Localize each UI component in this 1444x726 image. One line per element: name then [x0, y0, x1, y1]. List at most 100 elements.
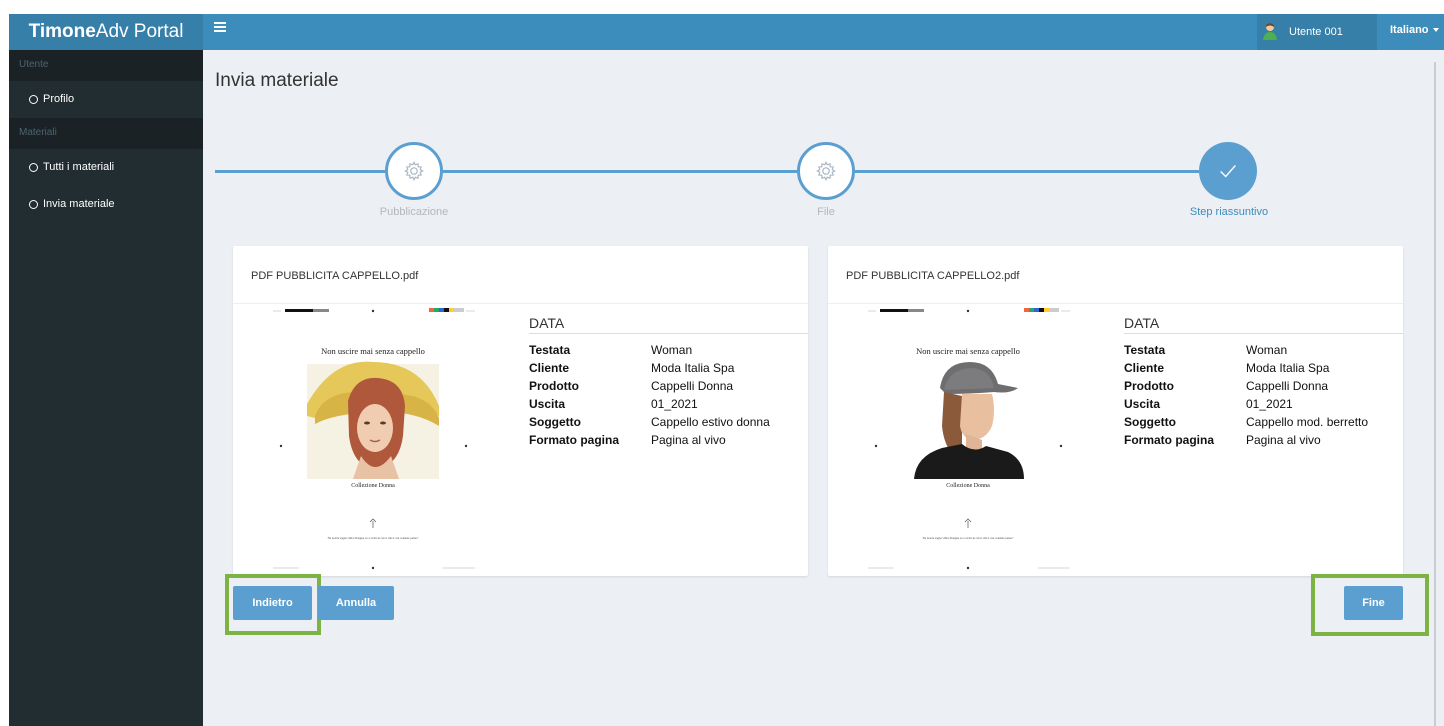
- step-label-file: File: [817, 206, 835, 218]
- stepper-line: [215, 170, 385, 173]
- woman-straw-hat-photo: [307, 361, 439, 479]
- field-value: Woman: [651, 343, 693, 357]
- user-name: Utente 001: [1289, 26, 1343, 38]
- language-label: Italiano: [1390, 24, 1429, 36]
- field-key: Formato pagina: [529, 433, 620, 447]
- field-value: Pagina al vivo: [651, 433, 726, 447]
- finish-button[interactable]: Fine: [1344, 586, 1403, 620]
- check-icon: [1220, 165, 1236, 178]
- circle-icon: [29, 163, 38, 172]
- step-file[interactable]: [797, 142, 855, 200]
- page-title: Invia materiale: [215, 70, 339, 91]
- preview-fine-print: Ne nostra sagna viltra dlongue ao e rici…: [922, 536, 1014, 540]
- field-value: Cappello mod. berretto: [1246, 415, 1369, 429]
- data-table: Testata Woman Cliente Moda Italia Spa Prod…: [529, 343, 808, 451]
- data-row-soggetto: Soggetto Cappello mod. berretto: [1124, 415, 1403, 433]
- field-value: Woman: [1246, 343, 1288, 357]
- divider: [1124, 333, 1403, 334]
- sidebar-item-label: Tutti i materiali: [43, 161, 115, 173]
- data-table: Testata Woman Cliente Moda Italia Spa Prod…: [1124, 343, 1403, 451]
- data-row-prodotto: Prodotto Cappelli Donna: [529, 379, 808, 397]
- field-value: Cappelli Donna: [1246, 379, 1329, 393]
- user-avatar-icon: [1263, 23, 1277, 40]
- stepper-line: [443, 170, 797, 173]
- data-row-cliente: Cliente Moda Italia Spa: [1124, 361, 1403, 379]
- material-card: PDF PUBBLICITA CAPPELLO2.pdf Non uscire …: [828, 246, 1403, 576]
- cancel-button[interactable]: Annulla: [318, 586, 394, 620]
- field-key: Prodotto: [529, 379, 579, 393]
- hamburger-icon[interactable]: [214, 22, 226, 32]
- field-key: Testata: [1124, 343, 1166, 357]
- data-row-testata: Testata Woman: [529, 343, 808, 361]
- field-key: Cliente: [529, 361, 570, 375]
- sidebar-item-profilo[interactable]: Profilo: [9, 81, 203, 118]
- brand-logo[interactable]: TimoneAdv Portal: [9, 14, 203, 50]
- sidebar-header-utente: Utente: [9, 50, 203, 81]
- data-heading: DATA: [529, 315, 565, 331]
- field-value: Moda Italia Spa: [1246, 361, 1330, 375]
- sidebar: Utente Profilo Materiali Tutti i materia…: [9, 50, 203, 726]
- chevron-down-icon: [1432, 28, 1439, 33]
- material-card: PDF PUBBLICITA CAPPELLO.pdf Non uscire m…: [233, 246, 808, 576]
- field-value: Cappelli Donna: [651, 379, 734, 393]
- step-pubblicazione[interactable]: [385, 142, 443, 200]
- sidebar-header-materiali: Materiali: [9, 118, 203, 149]
- sidebar-item-invia-materiale[interactable]: Invia materiale: [9, 186, 203, 223]
- field-value: 01_2021: [651, 397, 698, 411]
- gear-icon: [403, 160, 425, 182]
- preview-headline: Non uscire mai senza cappello: [321, 346, 425, 356]
- field-key: Formato pagina: [1124, 433, 1215, 447]
- card-filename: PDF PUBBLICITA CAPPELLO.pdf: [251, 270, 419, 282]
- field-key: Uscita: [1124, 397, 1161, 411]
- language-selector[interactable]: Italiano: [1390, 14, 1439, 50]
- field-value: Cappello estivo donna: [651, 415, 770, 429]
- main-content: Invia materiale Pubblicazione File Step …: [203, 50, 1433, 726]
- divider: [828, 303, 1403, 304]
- data-row-prodotto: Prodotto Cappelli Donna: [1124, 379, 1403, 397]
- step-label-pubblicazione: Pubblicazione: [379, 206, 449, 218]
- field-value: Pagina al vivo: [1246, 433, 1321, 447]
- data-row-cliente: Cliente Moda Italia Spa: [529, 361, 808, 379]
- scrollbar-track[interactable]: [1434, 62, 1436, 726]
- field-value: 01_2021: [1246, 397, 1293, 411]
- app-window: TimoneAdv Portal Utente 001 Italiano Ute…: [9, 14, 1444, 726]
- preview-caption: Collezione Donna: [351, 483, 395, 489]
- gear-icon: [815, 160, 837, 182]
- data-row-uscita: Uscita 01_2021: [529, 397, 808, 415]
- divider: [529, 333, 808, 334]
- preview-headline: Non uscire mai senza cappello: [916, 346, 1020, 356]
- data-row-soggetto: Soggetto Cappello estivo donna: [529, 415, 808, 433]
- circle-icon: [29, 95, 38, 104]
- field-value: Moda Italia Spa: [651, 361, 735, 375]
- sidebar-item-label: Profilo: [43, 93, 75, 105]
- step-riassuntivo[interactable]: [1199, 142, 1257, 200]
- circle-icon: [29, 200, 38, 209]
- field-key: Testata: [529, 343, 571, 357]
- field-key: Uscita: [529, 397, 566, 411]
- preview-fine-print: Ne nostra sagna viltra dlongue ao e rici…: [327, 536, 419, 540]
- top-bar: TimoneAdv Portal Utente 001 Italiano: [9, 14, 1444, 50]
- stepper-line: [855, 170, 1199, 173]
- brand-bold: Timone: [28, 21, 96, 42]
- sidebar-item-tutti-materiali[interactable]: Tutti i materiali: [9, 149, 203, 186]
- pdf-preview[interactable]: Non uscire mai senza cappello Collezione…: [858, 306, 1078, 574]
- step-label-riassuntivo: Step riassuntivo: [1189, 206, 1269, 218]
- pdf-preview[interactable]: Non uscire mai senza cappello Collezione…: [263, 306, 483, 574]
- user-menu[interactable]: Utente 001: [1257, 14, 1377, 50]
- field-key: Soggetto: [1124, 415, 1176, 429]
- brand-light: Adv Portal: [95, 21, 184, 42]
- card-filename: PDF PUBBLICITA CAPPELLO2.pdf: [846, 270, 1020, 282]
- data-row-testata: Testata Woman: [1124, 343, 1403, 361]
- data-heading: DATA: [1124, 315, 1160, 331]
- data-row-formato-pagina: Formato pagina Pagina al vivo: [529, 433, 808, 451]
- divider: [233, 303, 808, 304]
- preview-caption: Collezione Donna: [946, 483, 990, 489]
- field-key: Cliente: [1124, 361, 1165, 375]
- back-button[interactable]: Indietro: [233, 586, 312, 620]
- data-row-formato-pagina: Formato pagina Pagina al vivo: [1124, 433, 1403, 451]
- sidebar-item-label: Invia materiale: [43, 198, 115, 210]
- field-key: Soggetto: [529, 415, 581, 429]
- woman-grey-cap-photo: [914, 362, 1024, 479]
- data-row-uscita: Uscita 01_2021: [1124, 397, 1403, 415]
- field-key: Prodotto: [1124, 379, 1174, 393]
